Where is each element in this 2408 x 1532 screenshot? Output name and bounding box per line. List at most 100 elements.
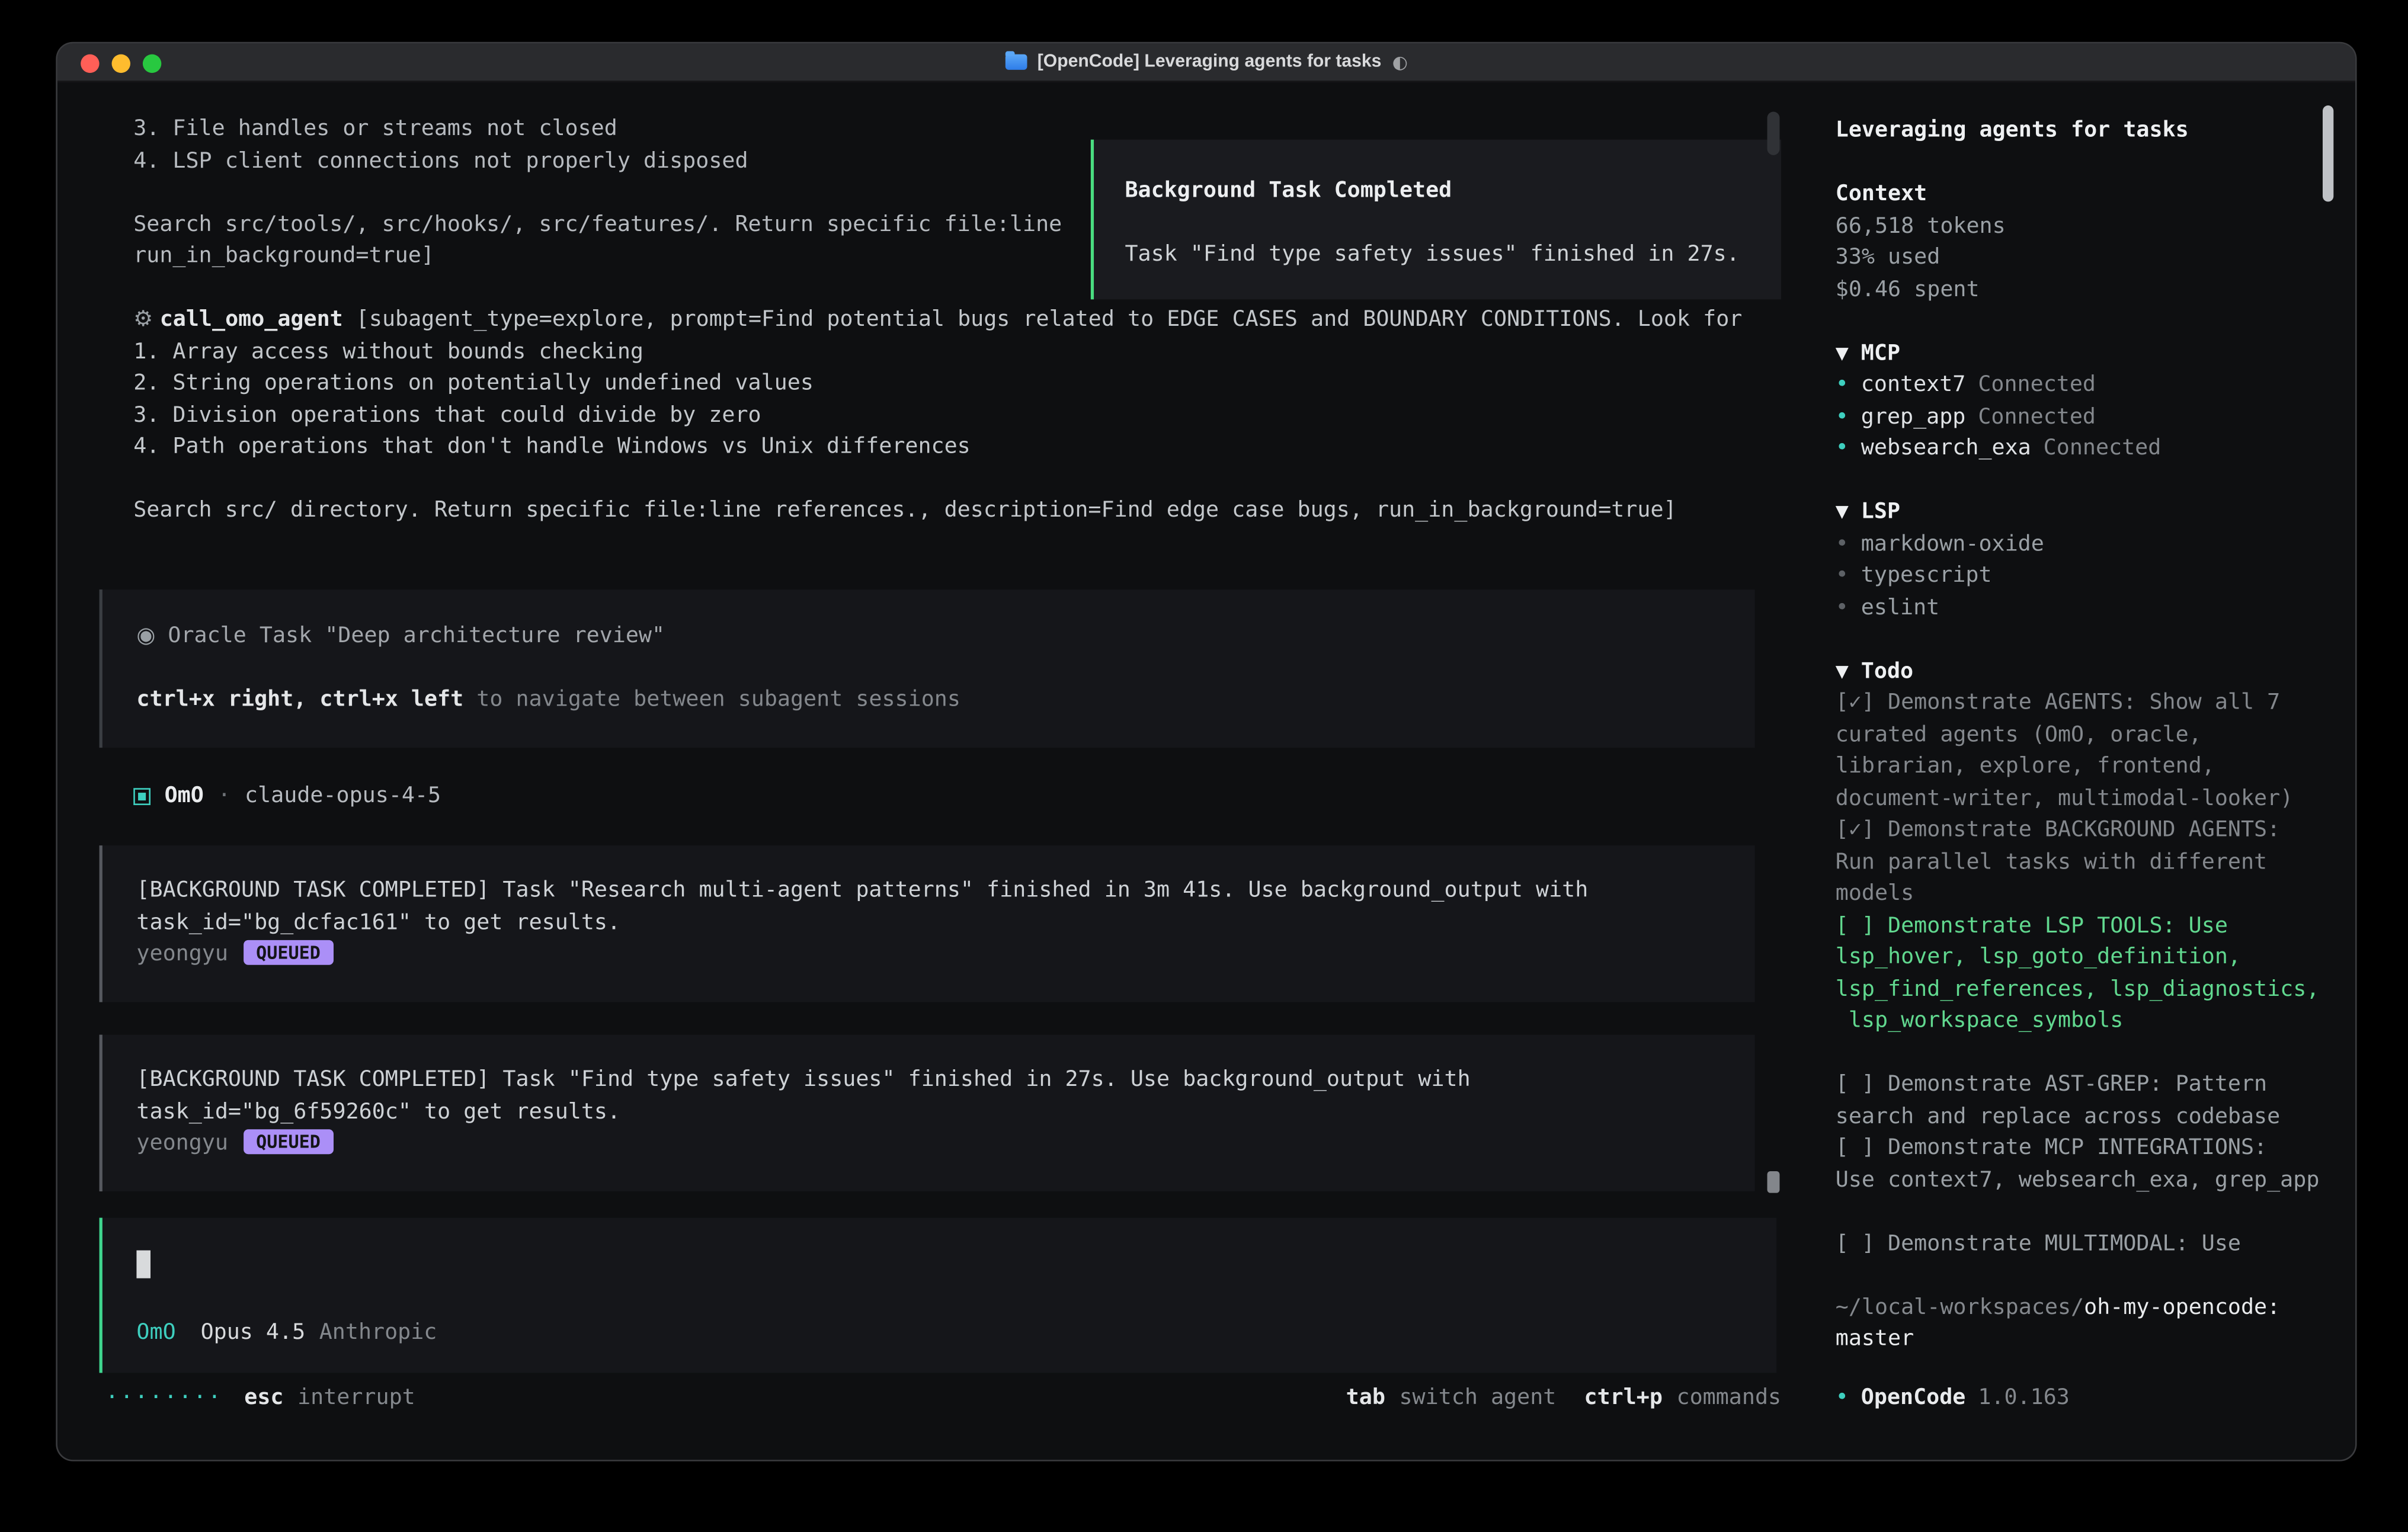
- session-title: Leveraging agents for tasks: [1836, 115, 2332, 147]
- chevron-down-icon: ▼: [1836, 499, 1849, 524]
- bullet-icon: •: [1836, 436, 1849, 461]
- esc-key-hint: esc: [244, 1385, 283, 1410]
- mcp-name: context7: [1861, 372, 1966, 397]
- main-scrollbar-thumb[interactable]: [1767, 112, 1780, 155]
- close-button[interactable]: [81, 53, 99, 72]
- bullet-icon: •: [1836, 531, 1849, 556]
- oracle-task-box: ◉Oracle Task "Deep architecture review" …: [100, 589, 1755, 747]
- lsp-item: • eslint: [1836, 592, 2332, 624]
- ctrlp-key-hint: ctrl+p: [1584, 1385, 1663, 1410]
- lsp-item: • typescript: [1836, 560, 2332, 592]
- status-left: ········ esc interrupt: [105, 1382, 415, 1414]
- queued-badge: QUEUED: [244, 940, 333, 965]
- bullet-icon: •: [1836, 372, 1849, 397]
- task-author: yeongyu: [136, 941, 228, 966]
- mcp-item: • context7 Connected: [1836, 369, 2332, 401]
- context-tokens: 66,518 tokens: [1836, 210, 2332, 242]
- branch-name: master: [1836, 1323, 2332, 1355]
- status-right: tab switch agent ctrl+p commands: [1346, 1382, 1781, 1414]
- tool-call-name: call_omo_agent: [160, 307, 343, 332]
- mcp-item: • grep_app Connected: [1836, 401, 2332, 433]
- agent-header: OmO · claude-opus-4-5: [133, 780, 441, 812]
- hint-keys: ctrl+x right, ctrl+x left: [136, 687, 463, 712]
- task-text: [BACKGROUND TASK COMPLETED] Task "Resear…: [136, 875, 1727, 938]
- interrupt-label: interrupt: [297, 1385, 415, 1410]
- todo-item: [ ] Demonstrate LSP TOOLS: Use lsp_hover…: [1836, 910, 2332, 1037]
- switch-agent-label: switch agent: [1399, 1385, 1556, 1410]
- mcp-status: Connected: [2044, 436, 2162, 461]
- mcp-name: grep_app: [1861, 404, 1966, 429]
- minimize-button[interactable]: [112, 53, 130, 72]
- task-author: yeongyu: [136, 1131, 228, 1156]
- spinner-dots: ········: [105, 1385, 223, 1410]
- context-header: Context: [1836, 178, 2332, 210]
- path-prefix: ~/local-workspaces/: [1836, 1294, 2084, 1319]
- status-bar: ········ esc interrupt tab switch agent ctrl…: [105, 1382, 1781, 1414]
- task-box: [BACKGROUND TASK COMPLETED] Task "Resear…: [100, 845, 1755, 1002]
- sidebar-content: Leveraging agents for tasks Context 66,5…: [1836, 115, 2332, 1355]
- agent-model: claude-opus-4-5: [245, 780, 441, 812]
- sidebar-scrollbar-thumb[interactable]: [2323, 105, 2333, 201]
- screen: [OpenCode] Leveraging agents for tasks ◐…: [0, 0, 2408, 1532]
- todo-item: [ ] Demonstrate MULTIMODAL: Use: [1836, 1228, 2332, 1260]
- zoom-button[interactable]: [143, 53, 161, 72]
- background-task-toast: Background Task Completed Task "Find typ…: [1091, 140, 1781, 299]
- task-box: [BACKGROUND TASK COMPLETED] Task "Find t…: [100, 1035, 1755, 1191]
- opencode-window: [OpenCode] Leveraging agents for tasks ◐…: [57, 43, 2355, 1460]
- subagent-nav-hint: ctrl+x right, ctrl+x left to navigate be…: [136, 684, 1727, 716]
- input-provider-name: Anthropic: [319, 1319, 437, 1344]
- record-icon: ◉: [136, 624, 155, 649]
- text-cursor: [136, 1251, 150, 1278]
- chevron-down-icon: ▼: [1836, 341, 1849, 366]
- lsp-header-label: LSP: [1861, 499, 1900, 524]
- lsp-name: eslint: [1861, 595, 1939, 620]
- scale-wrapper: [OpenCode] Leveraging agents for tasks ◐…: [0, 0, 2408, 1532]
- context-spent: $0.46 spent: [1836, 274, 2332, 306]
- toast-body: Task "Find type safety issues" finished …: [1125, 239, 1756, 271]
- tool-call: ⚙call_omo_agent [subagent_type=explore, …: [133, 304, 1809, 527]
- input-model-name: Opus 4.5: [201, 1319, 306, 1344]
- mcp-status: Connected: [1978, 372, 2096, 397]
- task-text: [BACKGROUND TASK COMPLETED] Task "Find t…: [136, 1064, 1727, 1127]
- separator-dot: ·: [217, 780, 230, 812]
- half-moon-icon: ◐: [1392, 46, 1408, 78]
- workspace-path: ~/local-workspaces/oh-my-opencode: maste…: [1836, 1291, 2332, 1355]
- window-title: [OpenCode] Leveraging agents for tasks: [1038, 46, 1382, 78]
- bullet-icon: •: [1836, 404, 1849, 429]
- queued-badge: QUEUED: [244, 1129, 333, 1154]
- context-used: 33% used: [1836, 242, 2332, 274]
- tool-call-args: [subagent_type=explore, prompt=Find pote…: [133, 307, 1742, 523]
- mcp-section-header[interactable]: ▼ MCP: [1836, 338, 2332, 370]
- chevron-down-icon: ▼: [1836, 659, 1849, 684]
- omo-agent-icon: [133, 788, 150, 805]
- task-meta: yeongyu QUEUED: [136, 1128, 1727, 1160]
- mcp-header-label: MCP: [1861, 341, 1900, 366]
- sidebar: Leveraging agents for tasks Context 66,5…: [1812, 82, 2355, 1460]
- toast-title: Background Task Completed: [1125, 175, 1756, 207]
- commands-label: commands: [1677, 1385, 1782, 1410]
- todo-item: [✓] Demonstrate AGENTS: Show all 7 curat…: [1836, 687, 2332, 815]
- todo-section-header[interactable]: ▼ Todo: [1836, 655, 2332, 687]
- gear-icon: ⚙: [133, 304, 160, 336]
- main-scrollbar-indicator[interactable]: [1767, 1171, 1780, 1193]
- oracle-task-title: Oracle Task "Deep architecture review": [168, 624, 665, 649]
- window-icon: [1005, 55, 1027, 70]
- message-input[interactable]: OmOOpus 4.5Anthropic: [100, 1218, 1777, 1373]
- input-meta: OmOOpus 4.5Anthropic: [136, 1316, 437, 1348]
- mcp-status: Connected: [1978, 404, 2096, 429]
- task-meta: yeongyu QUEUED: [136, 938, 1727, 970]
- hint-text: to navigate between subagent sessions: [463, 687, 960, 712]
- bullet-icon: •: [1836, 595, 1849, 620]
- mcp-item: •websearch_exaConnected: [1836, 433, 2332, 465]
- bullet-icon: •: [1836, 563, 1849, 588]
- todo-item: [ ] Demonstrate MCP INTEGRATIONS: Use co…: [1836, 1133, 2332, 1196]
- lsp-item: • markdown-oxide: [1836, 528, 2332, 560]
- oracle-task-title-row: ◉ Oracle Task "Deep architecture review": [136, 620, 1727, 652]
- tab-key-hint: tab: [1346, 1385, 1385, 1410]
- lsp-section-header[interactable]: ▼ LSP: [1836, 496, 2332, 528]
- bullet-icon: •: [1836, 1385, 1849, 1410]
- lsp-name: typescript: [1861, 563, 1992, 588]
- todo-item: [✓] Demonstrate BACKGROUND AGENTS: Run p…: [1836, 815, 2332, 910]
- lsp-name: markdown-oxide: [1861, 531, 2044, 556]
- todo-header-label: Todo: [1861, 659, 1913, 684]
